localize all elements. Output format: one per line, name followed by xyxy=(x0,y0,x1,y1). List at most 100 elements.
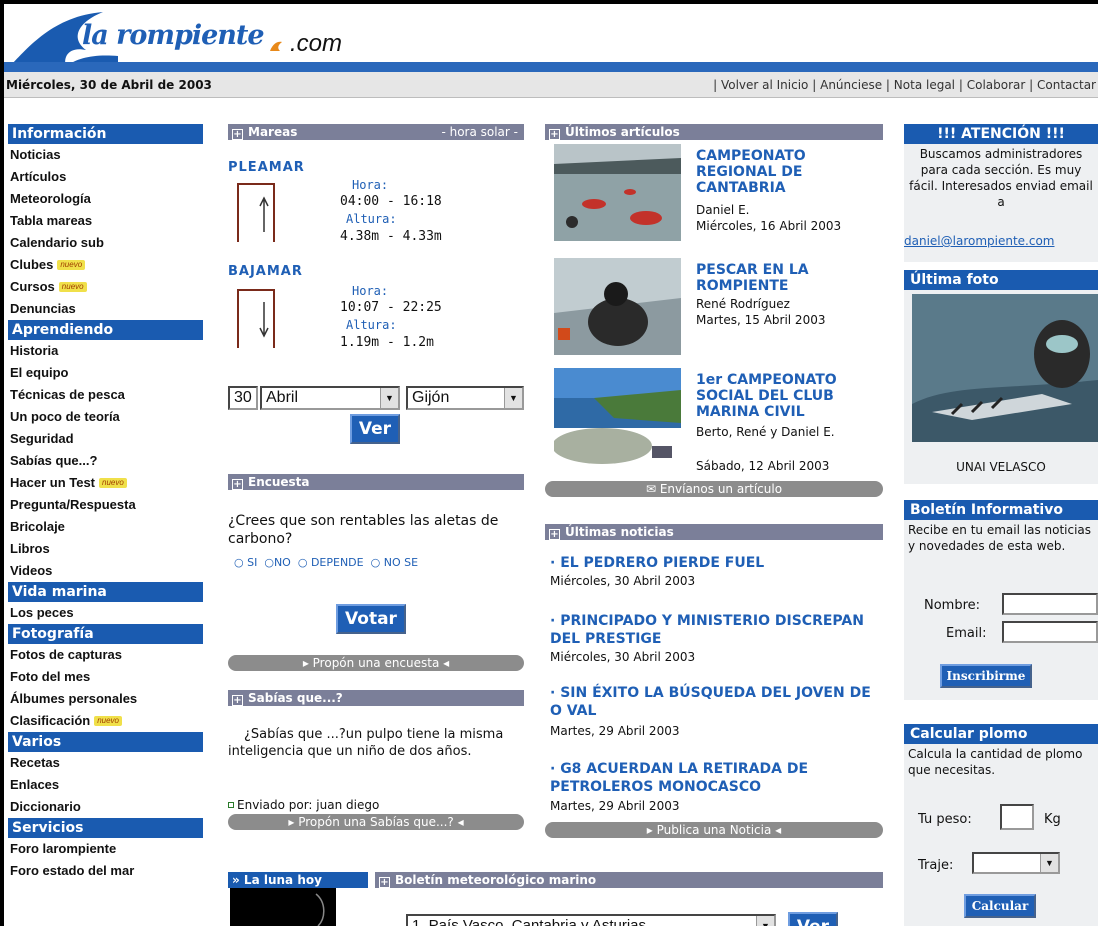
article-title-1[interactable]: CAMPEONATO REGIONAL DE CANTABRIA xyxy=(696,148,866,196)
radio-no[interactable]: ○NO xyxy=(264,556,291,569)
sidebar-item[interactable]: Técnicas de pesca xyxy=(8,384,203,406)
new-badge: nuevo xyxy=(57,260,86,270)
sidebar-item[interactable]: El equipo xyxy=(8,362,203,384)
boletin-met-header: + Boletín meteorológico marino xyxy=(375,872,883,888)
mareas-ver-button[interactable]: Ver xyxy=(350,414,400,444)
peso-input[interactable] xyxy=(1000,804,1034,830)
sidebar-item[interactable]: Pregunta/Respuesta xyxy=(8,494,203,516)
article-photo-2[interactable] xyxy=(554,258,681,355)
envianos-articulo-button[interactable]: ✉ Envíanos un artículo xyxy=(545,481,883,497)
sabias-title: Sabías que...? xyxy=(248,691,343,705)
moon-icon xyxy=(315,893,325,926)
sidebar-item[interactable]: Libros xyxy=(8,538,203,560)
article-date-3: Sábado, 12 Abril 2003 xyxy=(696,459,830,473)
news-title-4[interactable]: · G8 ACUERDAN LA RETIRADA DE PETROLEROS … xyxy=(550,760,880,796)
encuesta-options: ○ SI ○NO ○ DEPENDE ○ NO SE xyxy=(234,556,534,569)
expand-icon[interactable]: + xyxy=(379,877,390,888)
sidebar-item[interactable]: Videos xyxy=(8,560,203,582)
sidebar-item[interactable]: Clubes nuevo xyxy=(8,254,203,276)
day-input[interactable]: 30 xyxy=(228,386,258,410)
traje-select[interactable]: ▼ xyxy=(972,852,1060,874)
sidebar-item[interactable]: Seguridad xyxy=(8,428,203,450)
place-select[interactable]: Gijón ▼ xyxy=(406,386,524,410)
month-value: Abril xyxy=(266,389,299,406)
chevron-down-icon[interactable]: ▼ xyxy=(1040,854,1058,872)
sidebar-item[interactable]: Diccionario xyxy=(8,796,203,818)
sidebar-item[interactable]: Los peces xyxy=(8,602,203,624)
sidebar-item-label: Clubes xyxy=(10,257,54,272)
article-photo-1[interactable] xyxy=(554,144,681,241)
atencion-email[interactable]: daniel@larompiente.com xyxy=(904,234,1098,248)
plomo-panel: Calcular plomo Calcula la cantidad de pl… xyxy=(904,724,1098,926)
radio-si[interactable]: ○ SI xyxy=(234,556,257,569)
news-title-3[interactable]: · SIN ÉXITO LA BÚSQUEDA DEL JOVEN DE O V… xyxy=(550,684,880,720)
radio-depende[interactable]: ○ DEPENDE xyxy=(298,556,364,569)
propon-sabias-button[interactable]: ▸ Propón una Sabías que...? ◂ xyxy=(228,814,524,830)
inscribirme-button[interactable]: Inscribirme xyxy=(940,664,1032,688)
nav-colaborar[interactable]: Colaborar xyxy=(967,78,1026,92)
article-title-3[interactable]: 1er CAMPEONATO SOCIAL DEL CLUB MARINA CI… xyxy=(696,372,866,420)
sidebar-item[interactable]: Recetas xyxy=(8,752,203,774)
sidebar-item[interactable]: Noticias xyxy=(8,144,203,166)
news-title-2[interactable]: · PRINCIPADO Y MINISTERIO DISCREPAN DEL … xyxy=(550,612,880,648)
nombre-input[interactable] xyxy=(1002,593,1098,615)
logo-domain: .com xyxy=(290,30,343,57)
sidebar-item[interactable]: Álbumes personales xyxy=(8,688,203,710)
article-title-2[interactable]: PESCAR EN LA ROMPIENTE xyxy=(696,262,866,294)
chevron-down-icon[interactable]: ▼ xyxy=(756,916,774,926)
sidebar-item[interactable]: Bricolaje xyxy=(8,516,203,538)
nav-nota-legal[interactable]: Nota legal xyxy=(894,78,955,92)
zona-select[interactable]: 1. País Vasco, Cantabria y Asturias ▼ xyxy=(406,914,776,926)
propon-encuesta-button[interactable]: ▸ Propón una encuesta ◂ xyxy=(228,655,524,671)
expand-icon[interactable]: + xyxy=(549,529,560,540)
last-photo[interactable] xyxy=(912,294,1098,442)
atencion-title: !!! ATENCIÓN !!! xyxy=(904,124,1098,144)
calcular-button[interactable]: Calcular xyxy=(964,894,1036,918)
sidebar-item[interactable]: Clasificación nuevo xyxy=(8,710,203,732)
month-select[interactable]: Abril ▼ xyxy=(260,386,400,410)
pleamar-altura: 4.38m - 4.33m xyxy=(340,229,442,244)
expand-icon[interactable]: + xyxy=(232,695,243,706)
sidebar-item[interactable]: Hacer un Test nuevo xyxy=(8,472,203,494)
sidebar-item[interactable]: Un poco de teoría xyxy=(8,406,203,428)
sidebar-item-label: Cursos xyxy=(10,279,55,294)
sidebar-item-label: Libros xyxy=(10,541,50,556)
nav-volver[interactable]: Volver al Inicio xyxy=(721,78,808,92)
sidebar-item[interactable]: Historia xyxy=(8,340,203,362)
sidebar-item-label: Hacer un Test xyxy=(10,475,96,490)
nav-contactar[interactable]: Contactar xyxy=(1037,78,1096,92)
chevron-down-icon[interactable]: ▼ xyxy=(380,388,398,408)
expand-icon[interactable]: + xyxy=(549,129,560,140)
sidebar-item[interactable]: Fotos de capturas xyxy=(8,644,203,666)
radio-nose[interactable]: ○ NO SE xyxy=(371,556,418,569)
sidebar-item-label: Videos xyxy=(10,563,53,578)
sidebar-item[interactable]: Meteorología xyxy=(8,188,203,210)
sidebar-item[interactable]: Tabla mareas xyxy=(8,210,203,232)
sidebar-item-label: Calendario sub xyxy=(10,235,104,250)
foto-title: Última foto xyxy=(904,270,1098,290)
sidebar-item[interactable]: Calendario sub xyxy=(8,232,203,254)
sidebar-item[interactable]: Denuncias xyxy=(8,298,203,320)
mareas-mode[interactable]: - hora solar - xyxy=(441,124,518,140)
chevron-down-icon[interactable]: ▼ xyxy=(504,388,522,408)
site-logo[interactable]: la rompiente xyxy=(82,20,265,51)
nav-anunciese[interactable]: Anúnciese xyxy=(820,78,882,92)
sidebar-item-label: Álbumes personales xyxy=(10,691,138,706)
publica-noticia-button[interactable]: ▸ Publica una Noticia ◂ xyxy=(545,822,883,838)
expand-icon[interactable]: + xyxy=(232,479,243,490)
article-author-1: Daniel E. xyxy=(696,203,750,217)
sidebar-item[interactable]: Sabías que...? xyxy=(8,450,203,472)
votar-button[interactable]: Votar xyxy=(336,604,406,634)
article-photo-3[interactable] xyxy=(554,368,681,465)
email-input[interactable] xyxy=(1002,621,1098,643)
expand-icon[interactable]: + xyxy=(232,129,243,140)
sidebar-item[interactable]: Cursos nuevo xyxy=(8,276,203,298)
boletin-ver-button[interactable]: Ver xyxy=(788,912,838,926)
sidebar-item[interactable]: Foro larompiente xyxy=(8,838,203,860)
sidebar-item[interactable]: Foto del mes xyxy=(8,666,203,688)
news-title-1[interactable]: · EL PEDRERO PIERDE FUEL xyxy=(550,554,880,572)
sidebar-item[interactable]: Foro estado del mar xyxy=(8,860,203,882)
sidebar-item[interactable]: Enlaces xyxy=(8,774,203,796)
sidebar-item[interactable]: Artículos xyxy=(8,166,203,188)
date-nav-bar: Miércoles, 30 de Abril de 2003 | Volver … xyxy=(4,72,1098,98)
